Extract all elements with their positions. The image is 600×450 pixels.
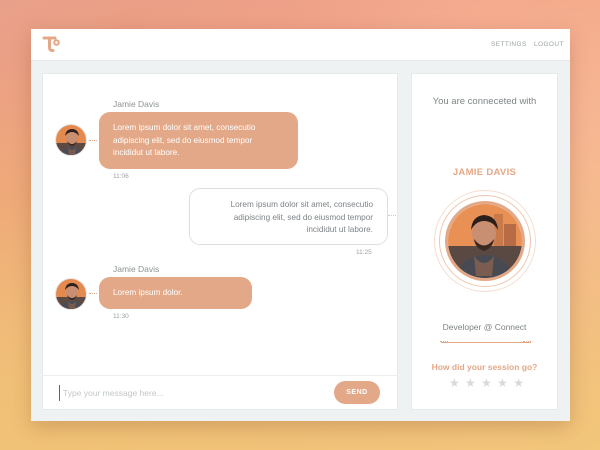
avatar[interactable] bbox=[55, 278, 87, 310]
bubble-connector bbox=[89, 140, 97, 142]
contact-avatar-photo bbox=[448, 204, 522, 278]
avatar[interactable] bbox=[55, 124, 87, 156]
message-text-line: Lorem ipsum dolor. bbox=[113, 288, 183, 297]
message-text-line: Lorem ipsum dolor sit amet, consecutio bbox=[113, 123, 256, 132]
message-input[interactable] bbox=[59, 385, 339, 401]
rating-stars[interactable]: ★ ★ ★ ★ ★ bbox=[449, 376, 524, 390]
avatar-photo bbox=[56, 125, 86, 155]
message-bubble-incoming: Lorem ipsum dolor. bbox=[99, 277, 252, 309]
message-bubble-outgoing: Lorem ipsum dolor sit amet, consecutio a… bbox=[189, 188, 388, 245]
divider-dots bbox=[523, 341, 531, 344]
contact-name: JAMIE DAVIS bbox=[452, 167, 517, 178]
star-icon[interactable]: ★ bbox=[465, 376, 476, 390]
message-time: 11:30 bbox=[113, 313, 129, 320]
message-text-line: adipiscing elit, sed do eiusmod tempor bbox=[233, 212, 373, 222]
message-text-line: adipiscing elit, sed do eiusmod tempor bbox=[113, 135, 253, 145]
message-sender: Jamie Davis bbox=[113, 99, 160, 109]
contact-avatar[interactable] bbox=[445, 201, 525, 281]
message-text-line: Lorem ipsum dolor sit amet, consecutio bbox=[230, 200, 373, 209]
connected-label: You are conneceted with bbox=[432, 96, 537, 107]
message-sender: Jamie Davis bbox=[113, 264, 160, 274]
logout-link[interactable]: LOGOUT bbox=[534, 41, 564, 48]
contact-panel: You are conneceted with JAMIE DAVIS Deve… bbox=[411, 73, 558, 410]
avatar-photo bbox=[56, 279, 86, 309]
message-bubble-incoming: Lorem ipsum dolor sit amet, consecutio a… bbox=[99, 112, 298, 169]
message-time: 11:25 bbox=[356, 249, 372, 256]
star-icon[interactable]: ★ bbox=[513, 376, 524, 390]
bubble-connector bbox=[388, 215, 396, 217]
star-icon[interactable]: ★ bbox=[497, 376, 508, 390]
app-window: SETTINGS LOGOUT Jamie Davis Lorem ipsum … bbox=[31, 29, 570, 421]
message-text-line: incididut ut labore. bbox=[113, 148, 180, 157]
session-question: How did your session go? bbox=[431, 362, 538, 372]
star-icon[interactable]: ★ bbox=[449, 376, 460, 390]
send-button[interactable]: SEND bbox=[334, 381, 380, 404]
app-logo[interactable] bbox=[41, 34, 61, 54]
star-icon[interactable]: ★ bbox=[481, 376, 492, 390]
settings-link[interactable]: SETTINGS bbox=[491, 41, 527, 48]
chat-panel: Jamie Davis Lorem ipsum dolor sit amet, … bbox=[42, 73, 398, 410]
message-time: 11:06 bbox=[113, 173, 129, 180]
bubble-connector bbox=[89, 293, 97, 295]
message-composer: SEND bbox=[43, 375, 397, 409]
divider bbox=[441, 342, 531, 344]
message-text-line: incididut ut labore. bbox=[306, 225, 373, 234]
contact-role: Developer @ Connect bbox=[442, 322, 527, 332]
top-bar: SETTINGS LOGOUT bbox=[31, 29, 570, 61]
